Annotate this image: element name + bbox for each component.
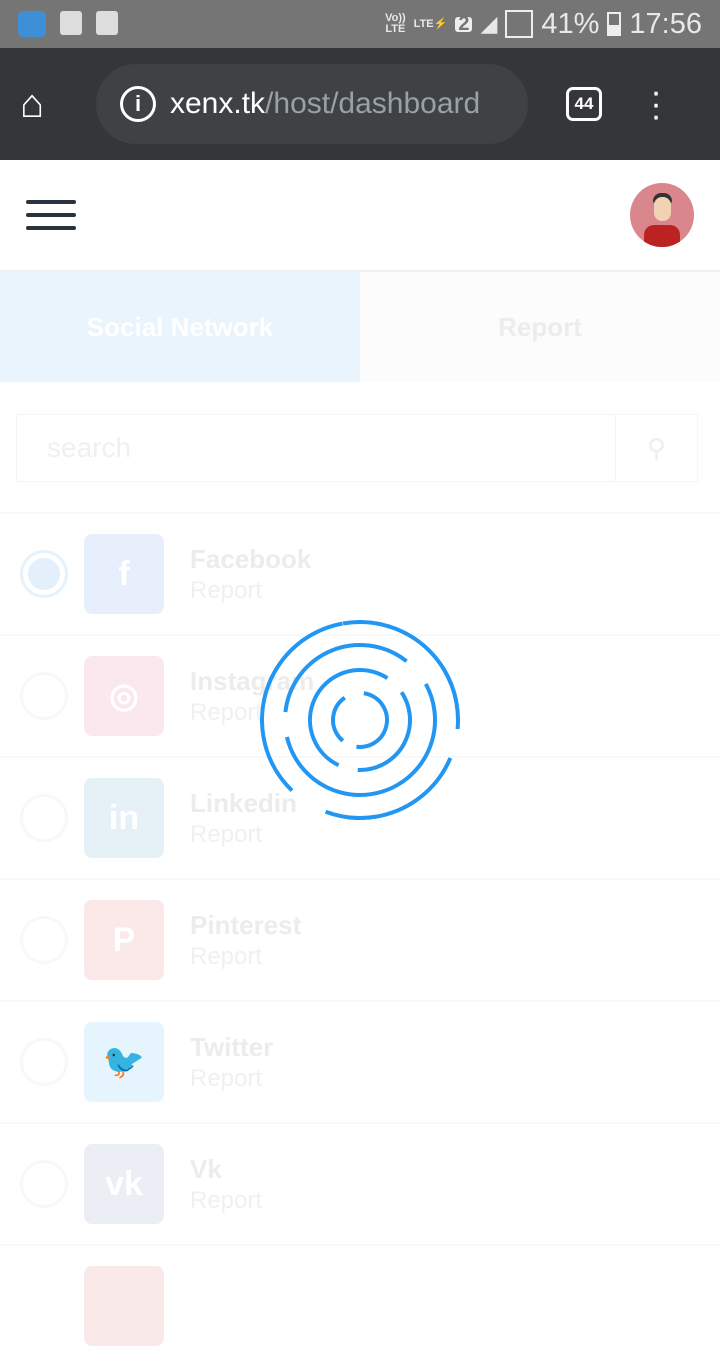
radio-button[interactable] [20,916,68,964]
radio-button[interactable] [20,672,68,720]
list-item-twitter[interactable]: 🐦 Twitter Report [0,1000,720,1122]
recycle-icon [96,11,118,35]
search-icon[interactable]: ⚲ [615,414,697,482]
avatar[interactable] [630,183,694,247]
list-item-vk[interactable]: vk Vk Report [0,1122,720,1244]
url-host: xenx.tk [170,87,266,120]
clock: 17:56 [629,7,702,40]
item-subtitle: Report [190,1186,263,1214]
signal-2-icon [505,10,534,38]
list-item-pinterest[interactable]: P Pinterest Report [0,878,720,1000]
list-item-facebook[interactable]: f Facebook Report [0,512,720,634]
search-box: search ⚲ [16,414,698,482]
item-subtitle: Report [190,942,263,970]
item-subtitle: Report [190,1064,263,1092]
instagram-icon: ◎ [84,656,164,736]
item-subtitle: Report [190,576,263,604]
search-input[interactable]: search [47,432,131,464]
radio-button[interactable] [20,794,68,842]
battery-icon [607,12,622,36]
radio-button[interactable] [20,1160,68,1208]
partial-logo-icon [84,1266,164,1346]
lte-wifi-icon: LTE⚡ [413,17,448,30]
hamburger-menu-icon[interactable] [26,191,76,239]
status-bar: Vo)) LTE LTE⚡ 2 ◢ 41% 17:56 [0,0,720,48]
radio-button[interactable] [20,1038,68,1086]
item-name: Twitter [190,1031,274,1062]
address-bar[interactable]: i xenx.tk/host/dashboard [96,64,528,144]
browser-toolbar: ⌂ i xenx.tk/host/dashboard 44 · · · [0,48,720,160]
loading-spinner-icon [260,620,460,820]
gallery-icon [60,11,82,35]
more-menu-icon[interactable]: · · · [646,75,666,133]
tab-bar: Social Network Report [0,272,720,382]
signal-icon: ◢ [480,11,498,36]
pinterest-icon: P [84,900,164,980]
app-header [0,160,720,272]
sim-icon: 2 [455,14,473,34]
facebook-icon: f [84,534,164,614]
es-file-explorer-icon [18,11,46,37]
linkedin-icon: in [84,778,164,858]
item-subtitle: Report [190,820,263,848]
volte-icon: Vo)) LTE [385,12,406,35]
home-icon[interactable]: ⌂ [20,82,76,127]
info-icon[interactable]: i [120,86,156,122]
battery-percent: 41% [541,7,600,40]
item-name: Facebook [190,543,312,574]
list-item-partial[interactable] [0,1244,720,1366]
vk-icon: vk [84,1144,164,1224]
item-name: Pinterest [190,909,302,940]
twitter-icon: 🐦 [84,1022,164,1102]
tab-social-network[interactable]: Social Network [0,272,360,382]
tab-report[interactable]: Report [360,272,720,382]
radio-button[interactable] [20,550,68,598]
tab-switcher-button[interactable]: 44 [566,87,602,121]
item-name: Vk [190,1153,222,1184]
url-path: /host/dashboard [265,87,481,120]
